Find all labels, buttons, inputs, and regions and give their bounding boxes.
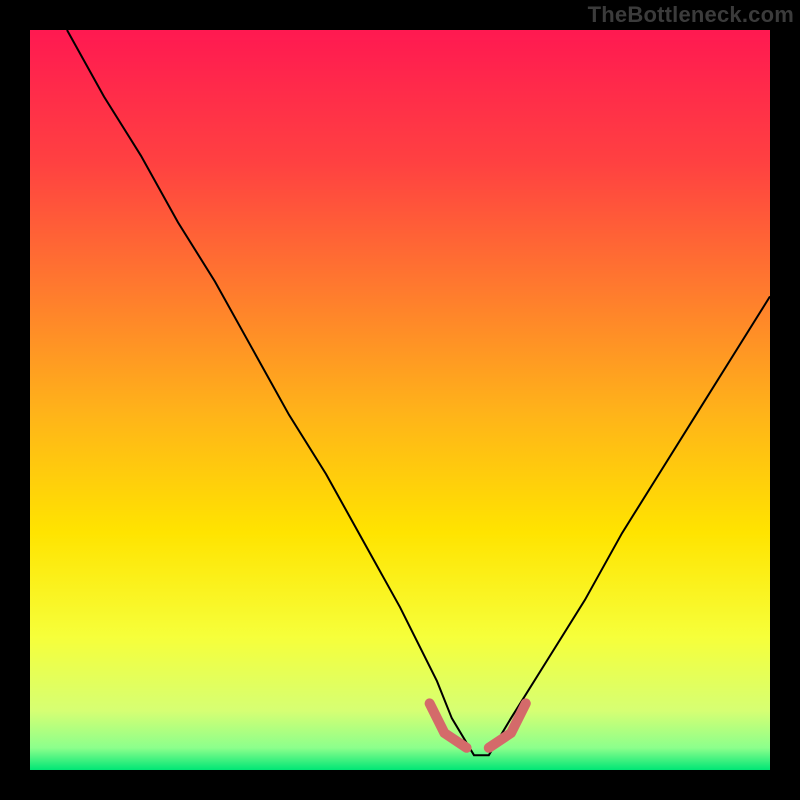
watermark-text: TheBottleneck.com — [588, 2, 794, 28]
plot-background — [30, 30, 770, 770]
bottleneck-chart — [0, 0, 800, 800]
chart-container: TheBottleneck.com — [0, 0, 800, 800]
